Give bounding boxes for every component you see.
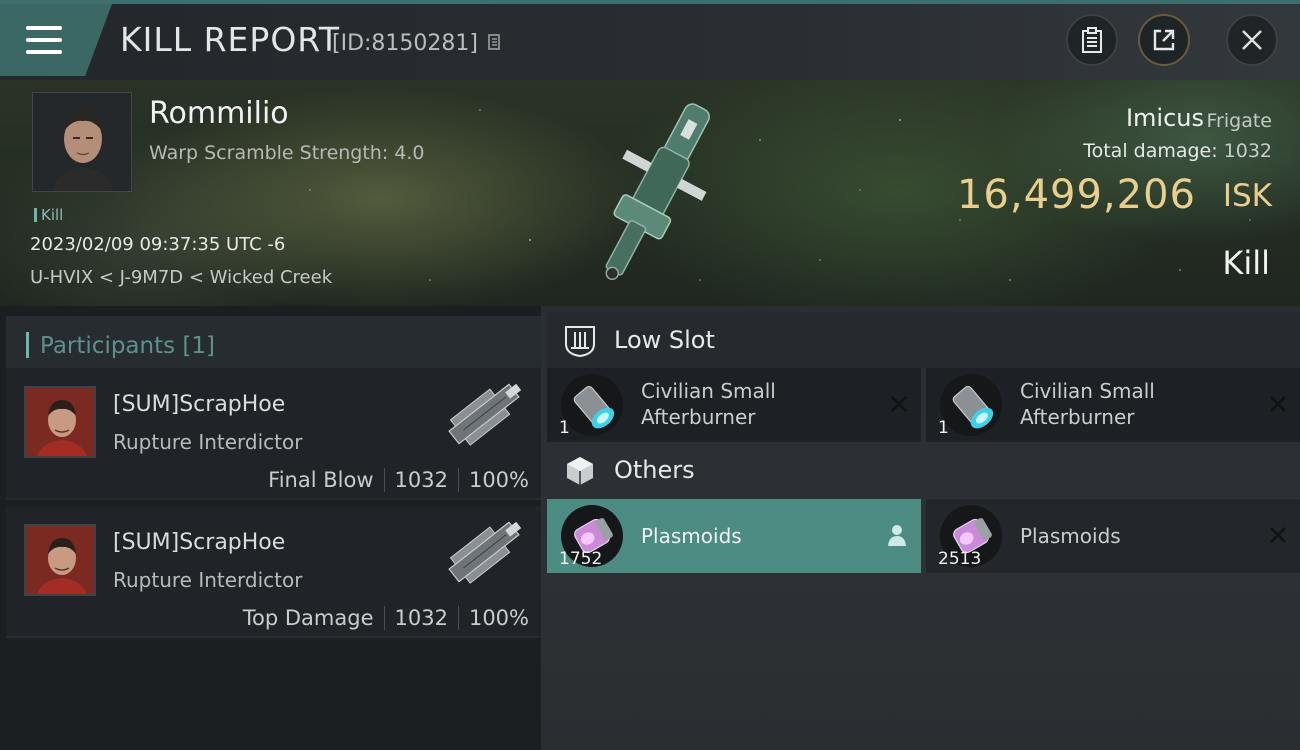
participants-header: Participants [1] (6, 316, 541, 372)
victim-ship-image[interactable] (580, 88, 730, 298)
item-name-line2: Afterburner (641, 405, 756, 429)
section-accent-bar (26, 332, 29, 358)
item-quantity: 2513 (938, 549, 982, 569)
cube-icon (567, 457, 593, 485)
attacker-percent: 100% (468, 468, 529, 492)
close-icon (1242, 30, 1262, 50)
item-name-line2: Afterburner (1020, 405, 1135, 429)
participants-panel: Participants [1] [SUM]ScrapHoe Rupture I… (0, 306, 541, 750)
destroyed-icon (1270, 527, 1286, 543)
item-quantity: 1 (938, 418, 949, 438)
victim-ship-class: Frigate (1206, 110, 1272, 132)
total-damage: Total damage: 1032 (1083, 140, 1272, 162)
attacker-ship-image[interactable] (434, 510, 534, 594)
destroyed-icon (891, 396, 907, 412)
total-damage-value: 1032 (1223, 140, 1272, 162)
kill-report-window: KILL REPORT [ID:8150281] Rommilio Warp S… (0, 0, 1300, 750)
attacker-ship: Rupture Interdictor (113, 430, 303, 454)
clipboard-icon (1082, 27, 1102, 53)
destroyed-icon (1270, 396, 1286, 412)
close-button[interactable] (1226, 14, 1278, 66)
attacker-portrait[interactable] (24, 386, 96, 458)
share-button[interactable] (1138, 14, 1190, 66)
item-name-line1: Civilian Small (1020, 379, 1155, 403)
items-panel: Low Slot 1 Civilian Small Afterburner 1 … (541, 306, 1300, 750)
stat-divider (383, 606, 385, 630)
dropped-person-icon (888, 525, 906, 546)
clipboard-report-button[interactable] (1066, 14, 1118, 66)
victim-portrait[interactable] (32, 92, 132, 192)
fitted-item[interactable]: 1 Civilian Small Afterburner (926, 368, 1300, 442)
attacker-stats: Final Blow 1032 100% (268, 468, 529, 492)
victim-name[interactable]: Rommilio (149, 96, 289, 131)
item-name-line1: Civilian Small (641, 379, 776, 403)
attacker-ship: Rupture Interdictor (113, 568, 303, 592)
report-id: [ID:8150281] (332, 31, 478, 56)
item-name: Civilian Small Afterburner (641, 378, 841, 430)
participant-row[interactable]: [SUM]ScrapHoe Rupture Interdictor Top Da… (6, 506, 541, 638)
copy-icon[interactable] (488, 34, 502, 52)
page-title: KILL REPORT (120, 20, 340, 59)
cargo-item[interactable]: 2513 Plasmoids (926, 499, 1300, 573)
stat-divider (457, 606, 459, 630)
item-name: Plasmoids (641, 524, 742, 548)
attacker-damage: 1032 (394, 468, 448, 492)
total-damage-label: Total damage: (1083, 140, 1218, 162)
fitted-item[interactable]: 1 Civilian Small Afterburner (547, 368, 921, 442)
attacker-avatar-image (26, 526, 94, 594)
isk-value: 16,499,206 (956, 172, 1196, 218)
stat-divider (383, 468, 385, 492)
victim-stat: Warp Scramble Strength: 4.0 (149, 142, 425, 164)
attacker-avatar-image (26, 388, 94, 456)
victim-ship-name[interactable]: Imicus (1126, 104, 1204, 132)
low-slot-icon (565, 326, 595, 358)
low-slot-section-header: Low Slot (547, 312, 1300, 368)
cargo-item-selected[interactable]: 1752 Plasmoids (547, 499, 921, 573)
header-bar: KILL REPORT [ID:8150281] (0, 0, 1300, 80)
kill-result-label: Kill (1222, 244, 1270, 282)
attacker-damage: 1032 (394, 606, 448, 630)
kill-location[interactable]: U-HVIX < J-9M7D < Wicked Creek (30, 267, 332, 288)
attacker-portrait[interactable] (24, 524, 96, 596)
attacker-name[interactable]: [SUM]ScrapHoe (113, 530, 285, 555)
menu-button[interactable] (0, 4, 112, 76)
participants-title: Participants [1] (40, 333, 215, 359)
others-section-header: Others (547, 442, 1300, 498)
victim-banner: Rommilio Warp Scramble Strength: 4.0 Kil… (0, 80, 1300, 306)
attacker-percent: 100% (468, 606, 529, 630)
attacker-stats: Top Damage 1032 100% (243, 606, 529, 630)
kill-datetime: 2023/02/09 09:37:35 UTC -6 (30, 234, 286, 255)
kill-type-tag: Kill (34, 206, 63, 224)
header-accent-line (0, 0, 1300, 4)
attacker-ship-image[interactable] (434, 372, 534, 456)
participant-row[interactable]: [SUM]ScrapHoe Rupture Interdictor Final … (6, 368, 541, 500)
others-title: Others (614, 456, 695, 484)
isk-unit: ISK (1222, 178, 1272, 214)
victim-avatar-image (33, 93, 131, 191)
share-icon (1153, 29, 1175, 51)
item-quantity: 1752 (559, 549, 603, 569)
item-name: Civilian Small Afterburner (1020, 378, 1220, 430)
attacker-role: Top Damage (242, 606, 374, 630)
attacker-name[interactable]: [SUM]ScrapHoe (113, 392, 285, 417)
low-slot-title: Low Slot (614, 326, 715, 354)
afterburner-icon (940, 374, 1002, 436)
hamburger-icon[interactable] (26, 26, 62, 54)
item-quantity: 1 (559, 418, 570, 438)
afterburner-icon (561, 374, 623, 436)
item-name: Plasmoids (1020, 524, 1121, 548)
attacker-role: Final Blow (268, 468, 374, 492)
stat-divider (457, 468, 459, 492)
